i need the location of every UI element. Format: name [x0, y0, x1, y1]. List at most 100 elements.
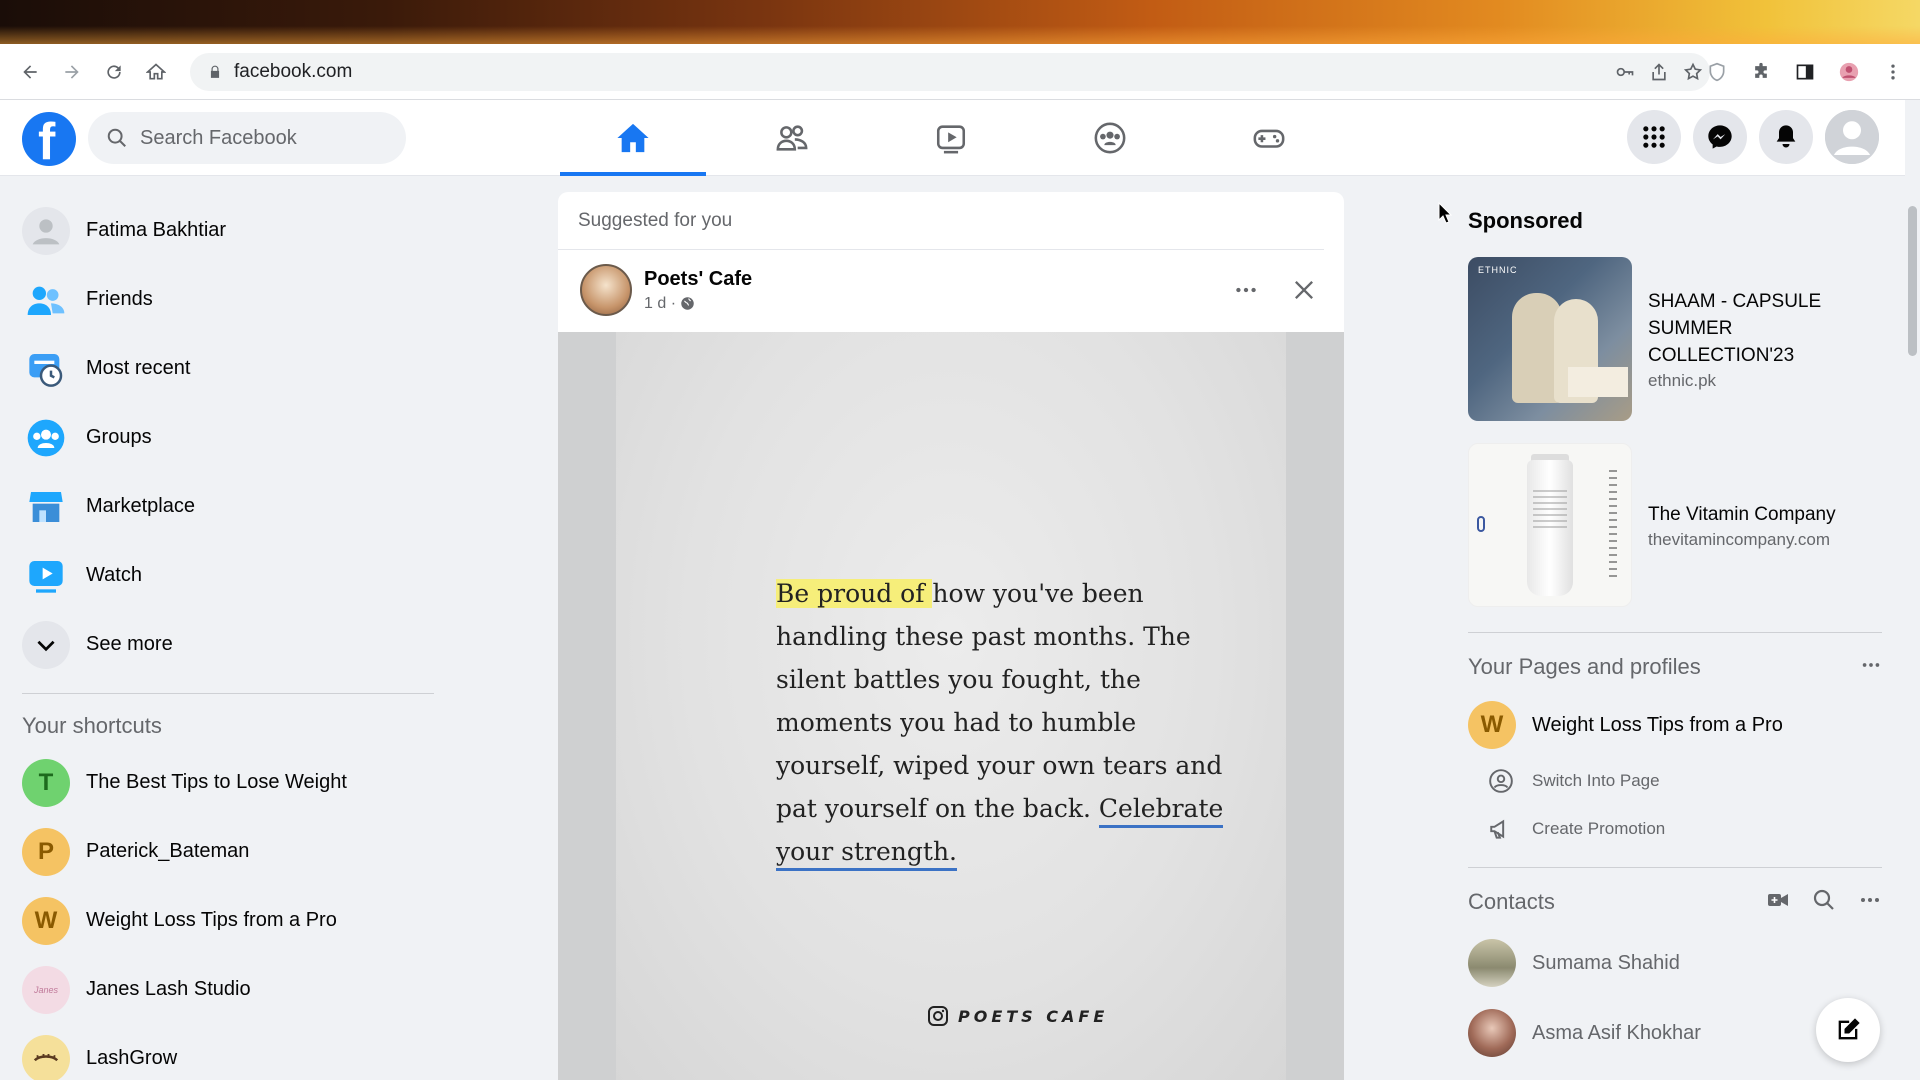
shortcut-item[interactable]: T The Best Tips to Lose Weight: [22, 748, 442, 817]
tab-friends[interactable]: [719, 100, 865, 176]
compose-icon: [1838, 1018, 1860, 1040]
tab-home[interactable]: [560, 100, 706, 176]
mouse-cursor-icon: [1438, 202, 1452, 224]
sidebar-item-see-more[interactable]: See more: [22, 610, 442, 679]
sidebar-item-friends[interactable]: Friends: [22, 265, 442, 334]
sponsored-ad[interactable]: ETHNIC SHAAM - CAPSULE SUMMER COLLECTION…: [1468, 246, 1882, 432]
notifications-button[interactable]: [1759, 110, 1813, 164]
messenger-icon: [1708, 125, 1732, 149]
ad-image[interactable]: [1468, 443, 1632, 607]
password-key-button[interactable]: [1608, 53, 1642, 91]
friends-sidebar-icon: [22, 276, 70, 324]
search-input[interactable]: [140, 126, 380, 150]
people-icon: [27, 286, 65, 315]
sidebar-item-label: Most recent: [86, 357, 191, 379]
reload-button[interactable]: [96, 54, 132, 90]
side-panel-icon: [1796, 64, 1814, 80]
extensions-button[interactable]: [1744, 53, 1778, 91]
create-promotion-label: Create Promotion: [1532, 819, 1666, 838]
user-avatar-icon: [32, 218, 60, 244]
sidebar-item-label: See more: [86, 633, 173, 655]
page-profile-item[interactable]: W Weight Loss Tips from a Pro: [1468, 693, 1882, 757]
arrow-right-icon: [65, 64, 79, 79]
switch-into-page-button[interactable]: Switch Into Page: [1468, 757, 1882, 805]
quote-body: how you've been handling these past mont…: [776, 579, 1223, 823]
post-image[interactable]: Be proud of how you've been handling the…: [558, 332, 1344, 1080]
watermark-text: POETS CAFE: [958, 1006, 1109, 1026]
ad-title[interactable]: SHAAM - CAPSULE SUMMER COLLECTION'23: [1648, 288, 1858, 369]
tab-watch[interactable]: [878, 100, 1024, 176]
url-text[interactable]: facebook.com: [234, 61, 352, 83]
search-icon: [107, 128, 126, 147]
home-button[interactable]: [138, 54, 174, 90]
sidebar-item-marketplace[interactable]: Marketplace: [22, 472, 442, 541]
main-nav-tabs: [560, 100, 1355, 176]
sidebar-item-profile[interactable]: Fatima Bakhtiar: [22, 196, 442, 265]
sidebar-item-most-recent[interactable]: Most recent: [22, 334, 442, 403]
extension-shield-button[interactable]: [1700, 53, 1734, 91]
feed-post-card: Suggested for you Poets' Cafe 1 d · Be p…: [558, 192, 1344, 1080]
menu-button[interactable]: [1627, 110, 1681, 164]
contacts-options-button[interactable]: [1858, 888, 1882, 917]
back-button[interactable]: [12, 54, 48, 90]
contact-item[interactable]: Sumama Shahid: [1468, 928, 1882, 998]
product-dot: [1477, 516, 1485, 532]
lock-icon: [210, 65, 220, 78]
switch-into-page-label: Switch Into Page: [1532, 771, 1660, 790]
home-icon: [617, 123, 649, 153]
ad-image[interactable]: ETHNIC: [1468, 257, 1632, 421]
facebook-logo[interactable]: f: [22, 112, 76, 168]
messenger-button[interactable]: [1693, 110, 1747, 164]
shortcut-item[interactable]: LashGrow: [22, 1024, 442, 1080]
sponsored-heading: Sponsored: [1468, 208, 1583, 233]
globe-icon: [681, 297, 694, 310]
chrome-profile-button[interactable]: [1832, 53, 1866, 91]
tab-gaming[interactable]: [1196, 100, 1342, 176]
tab-groups[interactable]: [1037, 100, 1183, 176]
sidebar-item-label: Watch: [86, 564, 142, 586]
share-button[interactable]: [1642, 53, 1676, 91]
contact-name: Sumama Shahid: [1532, 951, 1680, 974]
facebook-header: f: [0, 100, 1905, 176]
contact-avatar: [1468, 1009, 1516, 1057]
post-author-avatar[interactable]: [580, 264, 632, 316]
shop-icon: [29, 491, 63, 522]
address-bar[interactable]: facebook.com: [190, 53, 1710, 91]
shortcut-item[interactable]: P Paterick_Bateman: [22, 817, 442, 886]
scrollbar-thumb[interactable]: [1908, 206, 1917, 356]
watch-icon: [936, 125, 966, 154]
post-time[interactable]: 1 d ·: [644, 295, 676, 313]
sidebar-item-groups[interactable]: Groups: [22, 403, 442, 472]
pages-options-button[interactable]: [1860, 654, 1882, 681]
hide-post-button[interactable]: [1286, 272, 1322, 308]
house-icon: [146, 62, 166, 79]
post-options-button[interactable]: [1230, 274, 1262, 306]
new-room-button[interactable]: [1766, 888, 1790, 917]
chrome-menu-button[interactable]: [1876, 53, 1910, 91]
avatar-icon: [1825, 110, 1879, 164]
left-sidebar: Fatima Bakhtiar Friends Most recent Grou…: [22, 196, 442, 1080]
create-promotion-button[interactable]: Create Promotion: [1468, 805, 1882, 853]
contact-name: Asma Asif Khokhar: [1532, 1021, 1701, 1044]
forward-button[interactable]: [54, 54, 90, 90]
feed-clock-icon: [29, 353, 63, 387]
ad-title[interactable]: The Vitamin Company: [1648, 501, 1836, 528]
more-horizontal-icon: [1236, 287, 1256, 293]
quote-text: Be proud of how you've been handling the…: [776, 572, 1236, 873]
sidebar-item-label: Fatima Bakhtiar: [86, 219, 227, 241]
shortcut-item[interactable]: W Weight Loss Tips from a Pro: [22, 886, 442, 955]
pages-heading: Your Pages and profiles: [1468, 654, 1701, 679]
poets-cafe-watermark: POETS CAFE: [926, 1004, 1108, 1028]
shortcut-item[interactable]: Janes Janes Lash Studio: [22, 955, 442, 1024]
account-button[interactable]: [1825, 110, 1879, 164]
side-panel-button[interactable]: [1788, 53, 1822, 91]
ad-domain: ethnic.pk: [1648, 370, 1717, 390]
search-box[interactable]: [88, 112, 406, 164]
shortcut-avatar: T: [22, 758, 70, 807]
sponsored-ad[interactable]: The Vitamin Company thevitamincompany.co…: [1468, 432, 1882, 618]
search-contacts-button[interactable]: [1812, 888, 1836, 917]
ad-domain: thevitamincompany.com: [1648, 529, 1831, 549]
sidebar-item-watch[interactable]: Watch: [22, 541, 442, 610]
post-author-name[interactable]: Poets' Cafe: [644, 268, 752, 291]
new-message-button[interactable]: [1816, 998, 1880, 1062]
